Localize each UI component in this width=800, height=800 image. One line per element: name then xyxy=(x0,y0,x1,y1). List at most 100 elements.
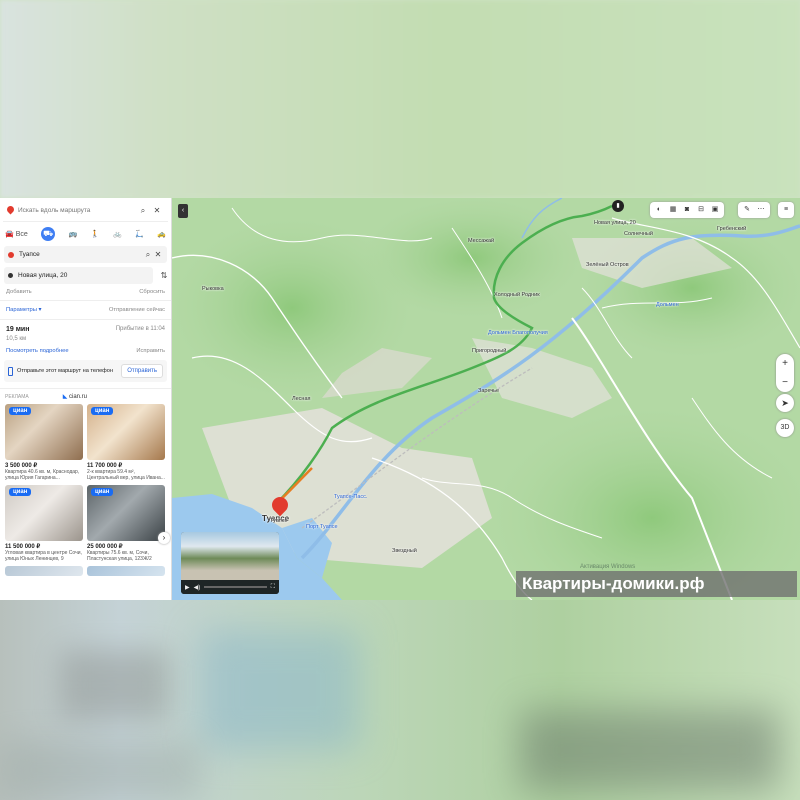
map-label: Холодный Родник xyxy=(494,292,540,298)
camera-icon[interactable]: ◙ xyxy=(681,204,693,216)
zoom-out-button[interactable]: − xyxy=(776,373,794,392)
destination-icon[interactable]: ▮ xyxy=(612,200,624,212)
map-label: Гребенский xyxy=(717,226,747,232)
map-label: Пригородный xyxy=(472,348,507,354)
swap-icon[interactable]: ⇅ xyxy=(157,271,171,280)
listing-photo[interactable]: циан xyxy=(5,404,83,460)
pin-label: Туапсе xyxy=(270,518,288,524)
menu-icon[interactable]: ≡ xyxy=(780,204,792,216)
map-label: Новая улица, 20 xyxy=(594,220,636,226)
close-icon[interactable]: ✕ xyxy=(153,250,163,259)
cian-logo: циан xyxy=(91,488,114,496)
map-view[interactable]: ‹ Мессажай Новая улица, 20 Солнечный Гре… xyxy=(172,198,800,600)
location-pin-icon xyxy=(7,206,14,215)
map-label: Порт Туапсе xyxy=(306,524,338,530)
listing-photo[interactable]: циан xyxy=(87,485,165,541)
ad-source[interactable]: ◣ cian.ru xyxy=(63,393,87,400)
panorama-icon[interactable]: ▦ xyxy=(667,204,679,216)
video-progress[interactable] xyxy=(204,586,267,588)
search-icon[interactable]: ⌕ xyxy=(143,250,153,260)
map-label: Мессажай xyxy=(468,238,495,244)
departure-time[interactable]: Отправление сейчас xyxy=(109,307,165,313)
listing-photo[interactable] xyxy=(5,566,83,576)
parameters-dropdown[interactable]: Параметры ▾ xyxy=(6,307,41,313)
volume-icon[interactable]: ◀) xyxy=(194,584,201,591)
end-point-icon xyxy=(8,273,13,278)
map-label: Зелёный Остров xyxy=(586,262,629,268)
listing-description: Квартира 40.6 кв. м, Краснодар, улица Юр… xyxy=(5,469,80,481)
car-icon[interactable]: ⛟ xyxy=(41,227,56,241)
video-preview xyxy=(181,532,279,580)
add-point-link[interactable]: Добавить xyxy=(6,289,32,295)
ad-card[interactable] xyxy=(5,566,83,576)
search-input[interactable]: Искать вдоль маршрута xyxy=(18,207,136,214)
ad-listings: циан 3 500 000 ₽ Квартира 40.6 кв. м, Кр… xyxy=(0,402,171,578)
map-label: Лесная xyxy=(292,396,311,402)
reset-link[interactable]: Сбросить xyxy=(139,289,165,295)
zoom-in-button[interactable]: + xyxy=(776,354,794,373)
ruler-icon[interactable]: ✎ xyxy=(741,204,753,216)
transport-icon[interactable]: ⊟ xyxy=(695,204,707,216)
collapse-panel-button[interactable]: ‹ xyxy=(178,204,188,218)
close-icon[interactable]: ✕ xyxy=(150,206,164,215)
cian-logo: циан xyxy=(91,407,114,415)
walk-icon[interactable]: 🚶 xyxy=(91,230,100,238)
search-icon[interactable]: ⌕ xyxy=(136,206,150,216)
car-bus-icon: 🚘 xyxy=(5,231,14,238)
map-app-window: Искать вдоль маршрута ⌕ ✕ 🚘 Все ⛟ 🚌 🚶 🚲 🛴… xyxy=(0,198,800,600)
listing-photo[interactable]: циан xyxy=(87,404,165,460)
map-label: Звездный xyxy=(392,548,417,554)
route-details-link[interactable]: Посмотреть подробнее xyxy=(6,348,69,354)
play-icon[interactable]: ▶ xyxy=(185,584,190,591)
chevron-right-icon[interactable]: › xyxy=(158,532,170,544)
map-menu: ≡ xyxy=(778,202,794,218)
site-watermark: Квартиры-домики.рф xyxy=(516,571,797,597)
taxi-icon[interactable]: 🚕 xyxy=(157,230,166,238)
map-label: Рыковка xyxy=(202,286,224,292)
route-summary[interactable]: 19 мин Прибытие в 11:04 10,5 км Посмотрет… xyxy=(0,322,171,354)
route-arrival: Прибытие в 11:04 xyxy=(115,326,165,332)
route-search-bar[interactable]: Искать вдоль маршрута ⌕ ✕ xyxy=(3,200,168,222)
fullscreen-icon[interactable]: ⛶ xyxy=(271,584,275,591)
bike-icon[interactable]: 🚲 xyxy=(113,230,122,238)
ad-card[interactable]: циан 11 500 000 ₽ Угловая квартира в цен… xyxy=(5,485,83,562)
send-button[interactable]: Отправить xyxy=(121,364,163,378)
mode-all-tab[interactable]: 🚘 Все xyxy=(5,230,28,239)
parking-icon[interactable]: ▣ xyxy=(709,204,721,216)
route-from-field[interactable]: Туапсе ⌕ ✕ xyxy=(4,246,167,263)
ad-card[interactable]: циан 3 500 000 ₽ Квартира 40.6 кв. м, Кр… xyxy=(5,404,83,481)
cian-logo: циан xyxy=(9,488,32,496)
route-sidebar: Искать вдоль маршрута ⌕ ✕ 🚘 Все ⛟ 🚌 🚶 🚲 🛴… xyxy=(0,198,172,600)
send-to-phone-card: Отправьте этот маршрут на телефон Отправ… xyxy=(4,360,167,382)
scooter-icon[interactable]: 🛴 xyxy=(135,230,144,238)
ad-card[interactable]: циан 25 000 000 ₽ Квартиры 75.6 кв. м, С… xyxy=(87,485,165,562)
listing-photo[interactable]: циан xyxy=(5,485,83,541)
map-label: Туапсе-Пасс. xyxy=(334,494,368,500)
layers-icon[interactable]: ◐ xyxy=(653,204,665,216)
locate-button[interactable]: ➤ xyxy=(776,394,794,412)
route-fix-link[interactable]: Исправить xyxy=(136,348,165,354)
route-to-field[interactable]: Новая улица, 20 xyxy=(4,267,153,284)
ad-card[interactable] xyxy=(87,566,165,576)
listing-price: 3 500 000 ₽ xyxy=(5,463,38,469)
route-duration: 19 мин xyxy=(6,326,30,333)
route-to-value[interactable]: Новая улица, 20 xyxy=(18,272,67,279)
listing-photo[interactable] xyxy=(87,566,165,576)
map-layers-toolbar: ◐ ▦ ◙ ⊟ ▣ xyxy=(650,202,724,218)
ad-card[interactable]: циан 11 700 000 ₽ 2-к квартира 59.4 м², … xyxy=(87,404,165,481)
map-label: Солнечный xyxy=(624,231,653,237)
cian-logo: циан xyxy=(9,407,32,415)
listing-description: 2-к квартира 59.4 м², Центральный вер, у… xyxy=(87,469,165,481)
map-tools-toolbar: ✎ ⋯ xyxy=(738,202,770,218)
cian-icon: ◣ xyxy=(62,394,68,400)
route-from-value[interactable]: Туапсе xyxy=(19,251,143,258)
start-point-icon xyxy=(8,251,14,258)
3d-button[interactable]: 3D xyxy=(776,419,794,437)
blurred-background-top xyxy=(0,0,800,198)
transport-mode-tabs: 🚘 Все ⛟ 🚌 🚶 🚲 🛴 🚕 xyxy=(3,224,168,244)
zoom-controls: + − xyxy=(776,354,794,392)
video-thumbnail[interactable]: ▶ ◀) ⛶ xyxy=(181,532,279,594)
more-icon[interactable]: ⋯ xyxy=(755,204,767,216)
phone-icon xyxy=(8,366,13,376)
bus-icon[interactable]: 🚌 xyxy=(69,230,78,238)
